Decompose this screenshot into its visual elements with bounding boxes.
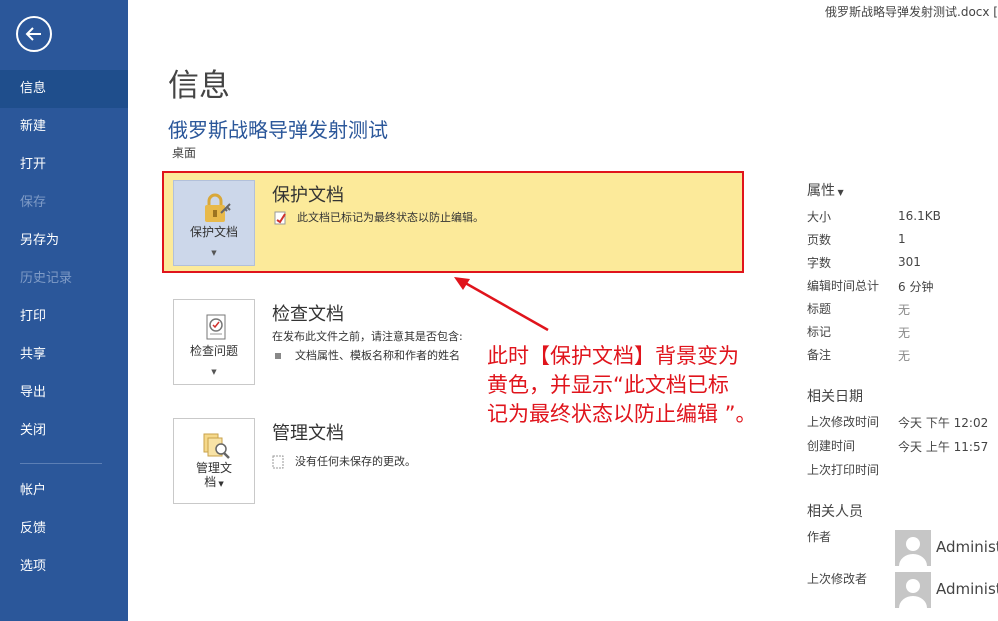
nav-options[interactable]: 选项 — [0, 548, 128, 586]
nav-close[interactable]: 关闭 — [0, 412, 128, 450]
protect-document-section: 保护文档 ▼ 保护文档 此文档已标记为最终状态以防止编辑。 — [162, 171, 744, 273]
manage-label-line1: 管理文 — [195, 461, 232, 475]
document-location: 桌面 — [172, 146, 197, 160]
people-header: 相关人员 — [807, 504, 863, 520]
prop-key: 大小 — [807, 210, 832, 224]
prop-key: 编辑时间总计 — [807, 279, 880, 293]
person-name: Administ — [936, 580, 998, 598]
person-name: Administ — [936, 538, 998, 556]
nav-export[interactable]: 导出 — [0, 374, 128, 412]
date-value: 今天 上午 11:57 — [898, 440, 989, 454]
backstage-sidebar: 信息 新建 打开 保存 另存为 历史记录 打印 共享 导出 关闭 帐户 反馈 选… — [0, 0, 128, 621]
dropdown-caret-icon: ▼ — [211, 249, 217, 257]
document-title: 俄罗斯战略导弹发射测试 — [168, 118, 388, 142]
final-mark-icon — [274, 211, 286, 225]
user-icon — [899, 537, 927, 566]
prop-key: 备注 — [807, 348, 832, 362]
inspect-document-title: 检查文档 — [272, 304, 344, 325]
nav-print[interactable]: 打印 — [0, 298, 128, 336]
check-issues-button[interactable]: 检查问题 ▼ — [173, 299, 255, 385]
people-key: 作者 — [807, 530, 832, 544]
prop-value: 301 — [898, 255, 921, 269]
prop-value: 16.1KB — [898, 209, 941, 223]
manage-label-line2: 档 ▼ — [204, 475, 224, 489]
properties-header[interactable]: 属性 ▼ — [807, 180, 844, 200]
chevron-down-icon: ▼ — [835, 188, 844, 197]
people-key: 上次修改者 — [807, 572, 868, 586]
prop-value[interactable]: 无 — [898, 324, 910, 341]
annotation-line: 记为最终状态以防止编辑 ”。 — [487, 402, 757, 426]
nav-feedback[interactable]: 反馈 — [0, 510, 128, 548]
nav-open[interactable]: 打开 — [0, 146, 128, 184]
protect-document-button-label: 保护文档 — [189, 225, 238, 239]
prop-key: 字数 — [807, 256, 832, 270]
dates-header: 相关日期 — [807, 389, 863, 405]
prop-key: 标题 — [807, 302, 832, 316]
avatar — [895, 572, 931, 608]
prop-value: 1 — [898, 232, 906, 246]
properties-panel: 属性 ▼ 大小 16.1KB 页数 1 字数 301 编辑时间总计 6 分钟 标… — [807, 0, 998, 621]
manage-document-button[interactable]: 管理文 档 ▼ — [173, 418, 255, 504]
bullet-icon — [275, 353, 281, 359]
document-icon — [272, 455, 284, 469]
back-button[interactable] — [16, 16, 52, 52]
annotation-arrow-icon — [454, 277, 549, 332]
last-modified-person[interactable]: Administ — [895, 572, 998, 608]
prop-value: 6 分钟 — [898, 280, 934, 294]
lock-key-icon — [205, 193, 231, 222]
dropdown-caret-icon: ▼ — [211, 368, 217, 376]
nav-share[interactable]: 共享 — [0, 336, 128, 374]
nav-account[interactable]: 帐户 — [0, 472, 128, 510]
protect-document-button[interactable]: 保护文档 ▼ — [173, 180, 255, 266]
check-issues-button-label: 检查问题 — [189, 344, 238, 358]
manage-document-desc-text: 没有任何未保存的更改。 — [295, 455, 416, 468]
inspect-document-icon — [206, 314, 226, 340]
protect-document-desc-text: 此文档已标记为最终状态以防止编辑。 — [297, 211, 484, 224]
manage-document-title: 管理文档 — [272, 423, 344, 444]
annotation-text: 此时【保护文档】背景变为 黄色，并显示“此文档已标 记为最终状态以防止编辑 ”。 — [487, 342, 787, 429]
prop-key: 页数 — [807, 233, 832, 247]
prop-value[interactable]: 无 — [898, 347, 910, 364]
prop-value[interactable]: 无 — [898, 301, 910, 318]
nav-save-as[interactable]: 另存为 — [0, 222, 128, 260]
author-person[interactable]: Administ — [895, 530, 998, 566]
nav-info[interactable]: 信息 — [0, 70, 128, 108]
date-key: 创建时间 — [807, 439, 856, 453]
date-key: 上次修改时间 — [807, 415, 880, 429]
protect-document-title: 保护文档 — [272, 185, 344, 206]
nav-history: 历史记录 — [20, 271, 73, 286]
date-value: 今天 下午 12:02 — [898, 416, 989, 430]
avatar — [895, 530, 931, 566]
inspect-bullet-text: 文档属性、模板名称和作者的姓名 — [295, 349, 460, 362]
nav-new[interactable]: 新建 — [0, 108, 128, 146]
user-icon — [899, 579, 927, 608]
annotation-line: 此时【保护文档】背景变为 — [487, 344, 739, 368]
sidebar-divider — [20, 463, 102, 464]
inspect-document-desc: 在发布此文件之前，请注意其是否包含: — [272, 330, 463, 343]
protect-document-desc: 此文档已标记为最终状态以防止编辑。 — [274, 209, 484, 225]
annotation-line: 黄色，并显示“此文档已标 — [487, 373, 729, 397]
manage-document-desc: 没有任何未保存的更改。 — [272, 453, 416, 469]
date-key: 上次打印时间 — [807, 463, 880, 477]
prop-key: 标记 — [807, 325, 832, 339]
back-arrow-icon — [25, 27, 41, 41]
inspect-document-bullet: 文档属性、模板名称和作者的姓名 — [275, 347, 460, 363]
page-title: 信息 — [168, 68, 230, 104]
nav-save: 保存 — [20, 195, 47, 210]
manage-document-icon — [203, 433, 230, 459]
manage-document-button-label: 管理文 档 ▼ — [174, 461, 254, 491]
